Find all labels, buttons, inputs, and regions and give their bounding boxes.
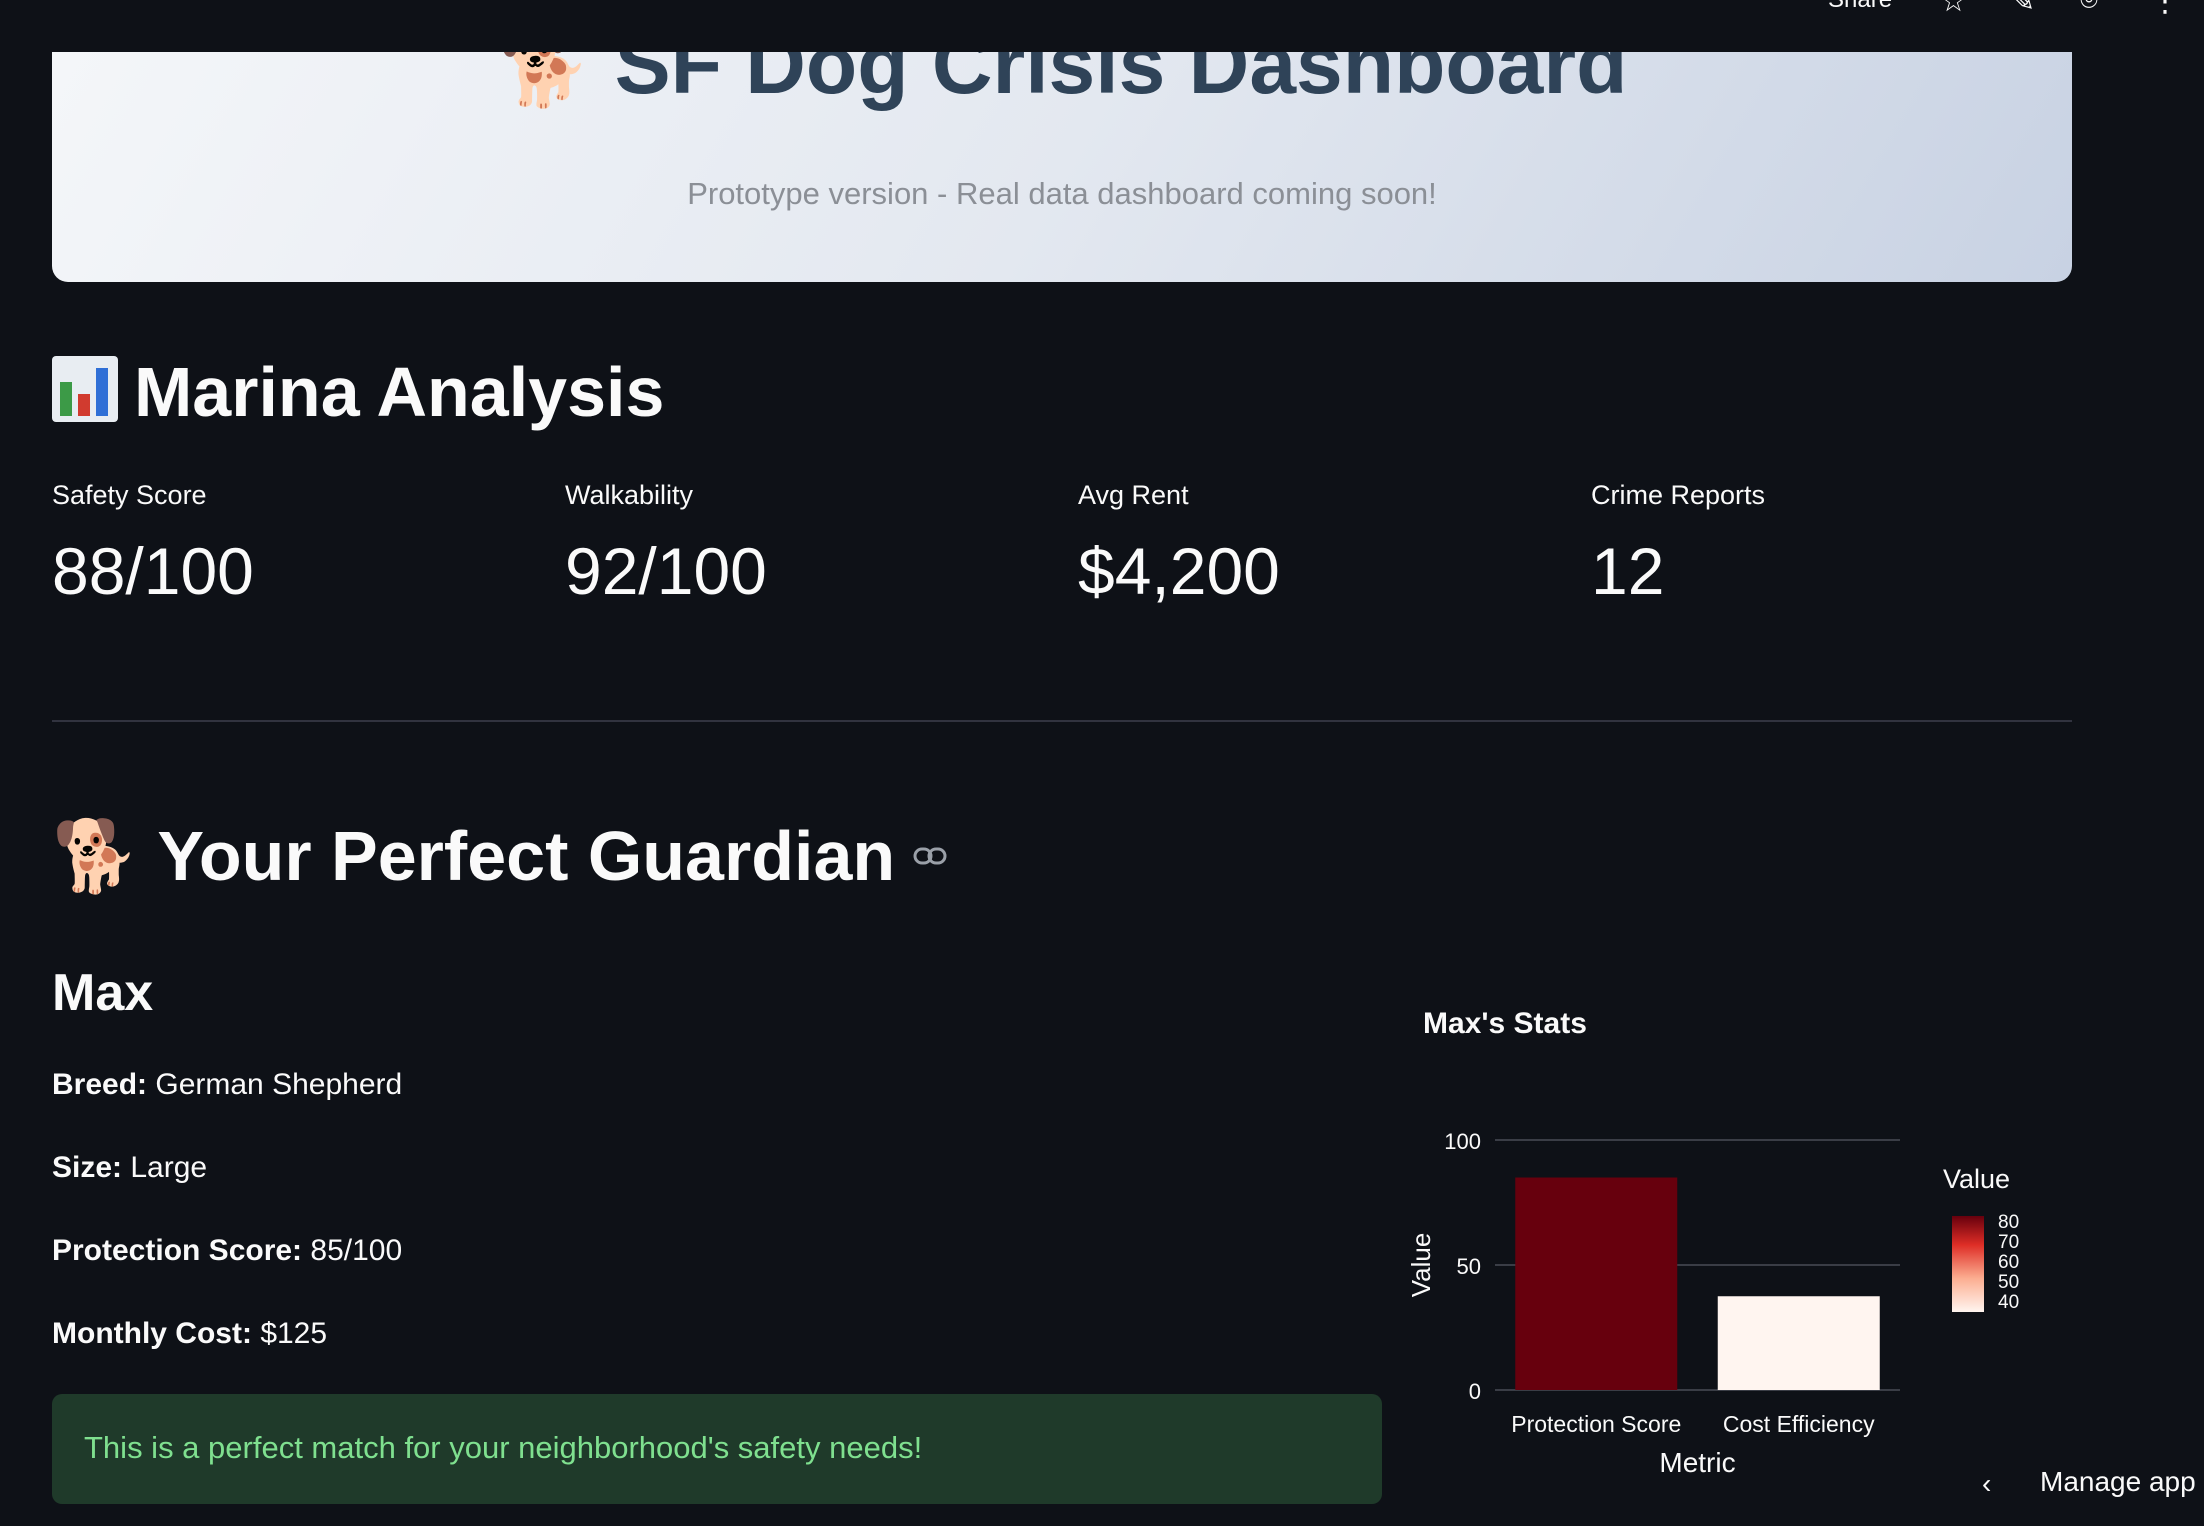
bar-protection-score[interactable] (1515, 1177, 1678, 1391)
manage-app-label: Manage app (2040, 1466, 2196, 1497)
dog-emoji-icon: 🐕 (52, 817, 140, 895)
metric-avg-rent: Avg Rent $4,200 (1078, 480, 1280, 609)
more-icon[interactable]: ⋮ (2150, 0, 2180, 19)
y-tick-label: 0 (1469, 1379, 1481, 1404)
dashboard-subtitle: Prototype version - Real data dashboard … (687, 176, 1437, 211)
y-tick-label: 50 (1457, 1254, 1481, 1279)
legend-tick-label: 80 (1998, 1212, 2019, 1233)
y-axis-label: Value (1406, 1233, 1436, 1298)
metric-safety-score: Safety Score 88/100 (52, 480, 254, 609)
bar-chart-icon (52, 356, 118, 422)
hero-banner: 🐕 SF Dog Crisis Dashboard Prototype vers… (52, 52, 2072, 282)
info-protection-score: Protection Score: 85/100 (52, 1234, 402, 1268)
share-button[interactable]: Share (1828, 0, 1892, 14)
metric-value: 88/100 (52, 534, 254, 608)
section-divider (52, 720, 2072, 722)
info-label: Breed: (52, 1068, 148, 1101)
info-monthly-cost: Monthly Cost: $125 (52, 1317, 327, 1351)
metric-label: Crime Reports (1591, 480, 1766, 510)
metric-label: Walkability (565, 480, 694, 510)
metric-label: Safety Score (52, 480, 207, 510)
info-size: Size: Large (52, 1151, 207, 1185)
y-tick-label: 100 (1444, 1129, 1481, 1154)
info-value: $125 (260, 1317, 328, 1350)
info-value: Large (130, 1151, 208, 1184)
legend-colorbar (1952, 1216, 1984, 1312)
guardian-title: Your Perfect Guardian (157, 817, 896, 895)
info-value: German Shepherd (155, 1068, 403, 1101)
info-label: Monthly Cost: (52, 1317, 252, 1350)
legend-tick-label: 60 (1998, 1252, 2019, 1273)
dog-name: Max (52, 964, 154, 1022)
stats-bar-chart: 0 50 100 Protection Score Cost Efficiency Va… (1406, 1129, 2019, 1478)
dashboard-title: 🐕 SF Dog Crisis Dashboard (52, 52, 2072, 113)
guardian-heading: 🐕 Your Perfect Guardian (52, 816, 947, 898)
star-icon[interactable]: ☆ (1940, 0, 1967, 19)
info-label: Protection Score: (52, 1234, 303, 1267)
anchor-link-icon[interactable] (913, 846, 947, 866)
github-icon[interactable]: ⌾ (2080, 0, 2098, 18)
success-alert: This is a perfect match for your neighbo… (52, 1394, 1382, 1504)
metric-crime-reports: Crime Reports 12 (1591, 480, 1765, 609)
info-breed: Breed: German Shepherd (52, 1068, 402, 1102)
metric-value: 92/100 (565, 534, 767, 608)
legend-tick-label: 40 (1998, 1292, 2019, 1313)
analysis-title: Marina Analysis (134, 353, 665, 431)
legend-tick-label: 50 (1998, 1272, 2019, 1293)
info-value: 85/100 (310, 1234, 403, 1267)
metric-value: 12 (1591, 534, 1665, 608)
chevron-left-icon: ‹ (1982, 1468, 1992, 1499)
dashboard-title-text: SF Dog Crisis Dashboard (614, 52, 1628, 111)
info-label: Size: (52, 1151, 123, 1184)
dog-emoji-icon: 🐕 (496, 52, 592, 110)
chart-title: Max's Stats (1423, 1007, 1587, 1040)
bar-cost-efficiency[interactable] (1717, 1296, 1880, 1390)
edit-icon[interactable]: ✎ (2010, 0, 2035, 19)
metric-walkability: Walkability 92/100 (565, 480, 767, 609)
app-toolbar: Share ☆ ✎ ⌾ ⋮ (0, 0, 2204, 52)
x-axis-label: Metric (1659, 1447, 1735, 1478)
x-tick-label: Protection Score (1511, 1411, 1681, 1437)
metric-value: $4,200 (1078, 534, 1280, 608)
x-tick-label: Cost Efficiency (1723, 1411, 1875, 1437)
legend-tick-label: 70 (1998, 1232, 2019, 1253)
analysis-heading: Marina Analysis (52, 352, 664, 432)
legend-title: Value (1943, 1164, 2010, 1194)
metric-label: Avg Rent (1078, 480, 1189, 510)
success-message: This is a perfect match for your neighbo… (84, 1430, 923, 1465)
